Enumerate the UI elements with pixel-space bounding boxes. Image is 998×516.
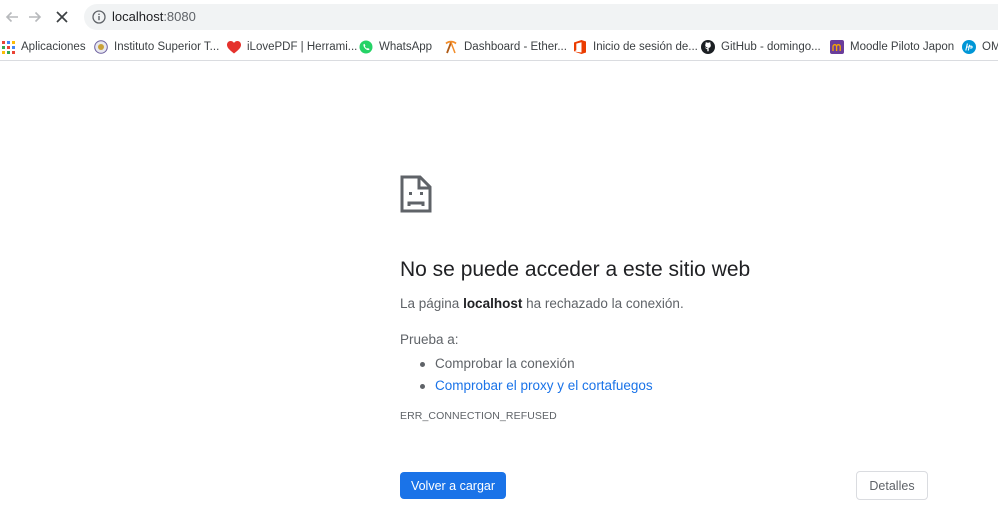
bookmark-moodle[interactable]: Moodle Piloto Japon <box>830 37 954 57</box>
bookmark-office[interactable]: Inicio de sesión de... <box>573 37 698 57</box>
address-bar[interactable]: localhost:8080 <box>84 4 998 30</box>
bookmark-github[interactable]: GitHub - domingo... <box>701 37 821 57</box>
error-code: ERR_CONNECTION_REFUSED <box>400 410 557 422</box>
bookmark-hp[interactable]: OM <box>962 37 998 57</box>
sad-page-icon <box>400 175 432 213</box>
hp-icon <box>962 40 976 54</box>
stop-loading-button[interactable] <box>50 5 74 29</box>
error-summary: La página localhost ha rechazado la cone… <box>400 296 684 311</box>
github-icon <box>701 40 715 54</box>
bookmark-apps[interactable]: Aplicaciones <box>1 37 86 57</box>
bookmark-label: Instituto Superior T... <box>114 41 220 53</box>
whatsapp-icon <box>359 40 373 54</box>
back-button[interactable] <box>0 5 24 29</box>
summary-suffix: ha rechazado la conexión. <box>522 296 684 311</box>
apps-grid-icon <box>1 40 15 54</box>
proxy-firewall-link[interactable]: Comprobar el proxy y el cortafuegos <box>435 378 653 393</box>
moodle-icon <box>830 40 844 54</box>
suggestion-check-proxy-firewall: Comprobar el proxy y el cortafuegos <box>420 375 653 397</box>
bookmark-dashboard[interactable]: Dashboard - Ether... <box>444 37 567 57</box>
pickaxe-icon <box>444 40 458 54</box>
suggestions-list: Comprobar la conexión Comprobar el proxy… <box>420 353 653 397</box>
bookmark-whatsapp[interactable]: WhatsApp <box>359 37 432 57</box>
info-icon[interactable] <box>92 10 106 24</box>
summary-prefix: La página <box>400 296 464 311</box>
bookmark-label: Aplicaciones <box>21 41 86 53</box>
bookmark-ilovepdf[interactable]: iLovePDF | Herrami... <box>227 37 357 57</box>
bookmarks-bar: Aplicaciones Instituto Superior T... iLo… <box>0 34 998 61</box>
arrow-left-icon <box>5 11 18 23</box>
suggestion-text: Comprobar la conexión <box>435 356 575 371</box>
bookmark-label: Moodle Piloto Japon <box>850 41 955 53</box>
heart-icon <box>227 40 241 54</box>
details-button[interactable]: Detalles <box>856 471 928 500</box>
office-icon <box>573 40 587 54</box>
bookmark-label: GitHub - domingo... <box>721 41 821 53</box>
bookmark-label: WhatsApp <box>379 41 433 53</box>
bookmark-label: Inicio de sesión de... <box>593 41 698 53</box>
url-host: localhost <box>112 9 164 24</box>
forward-button[interactable] <box>23 5 47 29</box>
arrow-right-icon <box>29 11 42 23</box>
url-text[interactable]: localhost:8080 <box>112 9 196 25</box>
suggestion-check-connection: Comprobar la conexión <box>420 353 653 375</box>
institute-logo-icon <box>94 40 108 54</box>
bookmark-label: Dashboard - Ether... <box>464 41 567 53</box>
try-label: Prueba a: <box>400 332 459 347</box>
reload-button[interactable]: Volver a cargar <box>400 472 506 499</box>
bookmark-instituto[interactable]: Instituto Superior T... <box>94 37 219 57</box>
error-heading: No se puede acceder a este sitio web <box>400 258 751 281</box>
summary-host: localhost <box>463 296 523 311</box>
browser-toolbar: localhost:8080 <box>0 0 998 34</box>
close-icon <box>56 11 68 23</box>
url-port: :8080 <box>163 9 196 24</box>
bookmark-label: OM <box>982 41 998 53</box>
bookmark-label: iLovePDF | Herrami... <box>247 41 358 53</box>
